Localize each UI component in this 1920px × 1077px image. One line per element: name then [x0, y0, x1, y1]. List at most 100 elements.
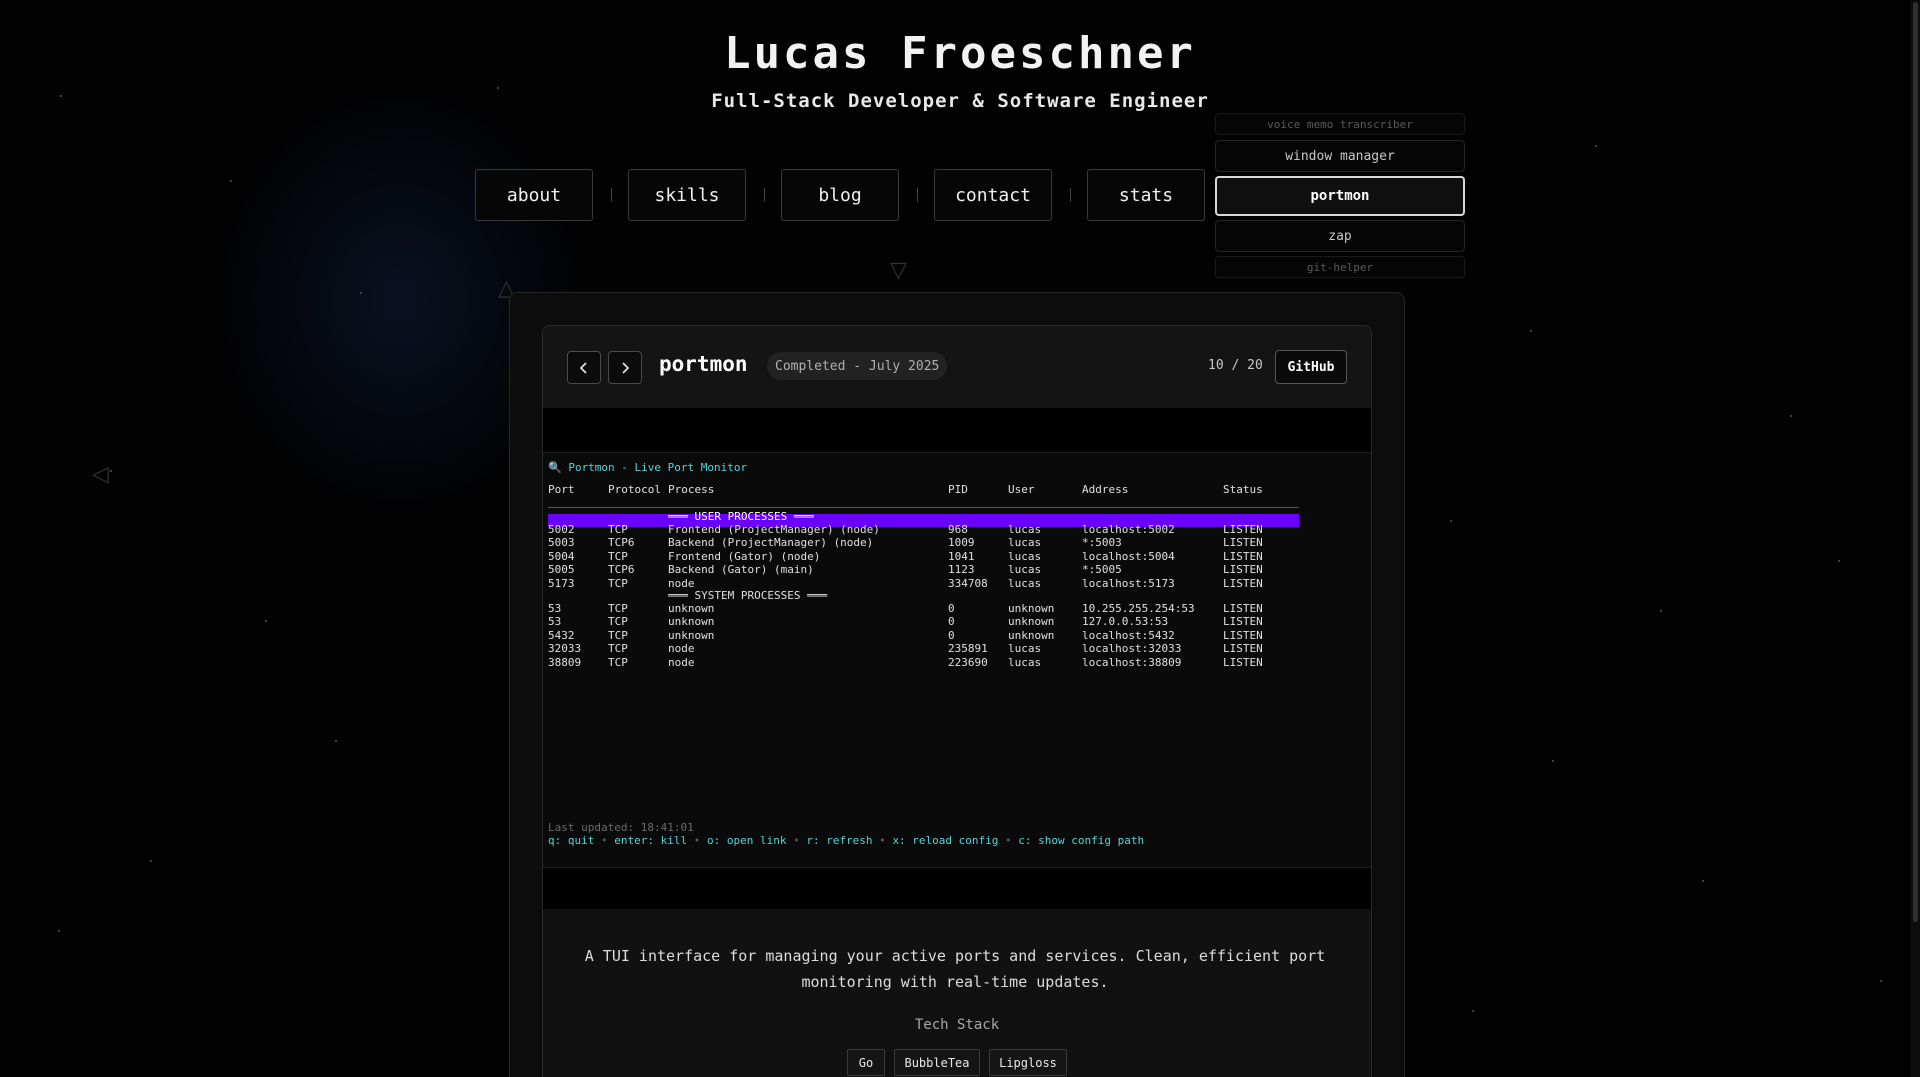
cell-user: unknown — [1008, 615, 1055, 629]
cell-status: LISTEN — [1223, 563, 1263, 577]
cell-pid: 0 — [948, 602, 955, 615]
help-separator: • — [998, 834, 1019, 847]
project-item-zap[interactable]: zap — [1215, 220, 1465, 252]
cell-process: node — [668, 642, 695, 656]
cell-protocol: TCP — [608, 642, 628, 656]
help-hint: x: reload config — [892, 834, 999, 847]
cell-user: lucas — [1008, 655, 1042, 669]
cell-pid: 223690 — [948, 655, 988, 669]
cell-pid: 334708 — [948, 576, 988, 590]
cell-process: unknown — [668, 602, 715, 615]
table-row: 53 TCP unknown 0 unknown 127.0.0.53:53 LISTEN — [548, 615, 1308, 628]
cell-port: 5003 — [548, 536, 575, 550]
table-row: 5005 TCP6 Backend (Gator) (main) 1123 lucas *… — [548, 563, 1308, 576]
help-separator: • — [687, 834, 707, 847]
cell-status: LISTEN — [1223, 615, 1263, 629]
help-separator: • — [786, 834, 807, 847]
help-hint: r: refresh — [806, 834, 873, 847]
project-item-window-manager[interactable]: window manager — [1215, 140, 1465, 172]
cell-status: LISTEN — [1223, 602, 1263, 615]
cell-pid: 1123 — [948, 563, 975, 577]
cell-user: lucas — [1008, 576, 1042, 590]
cell-process: unknown — [668, 628, 715, 642]
cell-protocol: TCP — [608, 602, 628, 615]
cell-address: localhost:5002 — [1082, 523, 1175, 536]
project-item-git-helper[interactable]: git-helper — [1215, 256, 1465, 278]
last-updated: Last updated: 18:41:01 — [548, 821, 694, 834]
cell-status: LISTEN — [1223, 642, 1263, 656]
cell-protocol: TCP — [608, 615, 628, 629]
cell-address: localhost:32033 — [1082, 642, 1182, 656]
nav-contact-button[interactable]: contact — [934, 169, 1052, 221]
cell-address: localhost:5173 — [1082, 576, 1175, 590]
github-button[interactable]: GitHub — [1275, 350, 1347, 384]
cell-protocol: Protocol — [608, 483, 661, 496]
table-row: 5173 TCP node 334708 lucas localhost:5173 LIST… — [548, 577, 1308, 590]
chevron-left-icon — [579, 361, 587, 374]
nav-about-button[interactable]: about — [475, 169, 593, 221]
cell-protocol: TCP — [608, 655, 628, 669]
cell-status: Status — [1223, 483, 1263, 496]
cell-pid: 235891 — [948, 642, 988, 656]
cell-user: lucas — [1008, 523, 1042, 536]
cell-status: LISTEN — [1223, 576, 1263, 590]
site-subtitle: Full-Stack Developer & Software Engineer — [711, 90, 1209, 112]
help-separator: • — [872, 834, 893, 847]
cell-address: *:5005 — [1082, 563, 1122, 577]
chevron-right-icon — [622, 361, 630, 374]
cell-port: 53 — [548, 615, 562, 629]
cell-address: *:5003 — [1082, 536, 1122, 550]
help-hint: o: open link — [706, 834, 787, 847]
cell-port: 5005 — [548, 563, 575, 577]
help-hint: q: quit — [548, 834, 595, 847]
cell-status: LISTEN — [1223, 628, 1263, 642]
prev-project-button[interactable] — [567, 351, 601, 384]
cell-process: Frontend (Gator) (node) — [668, 549, 821, 563]
nav-stats-button[interactable]: stats — [1087, 169, 1205, 221]
terminal-title: 🔍 Portmon - Live Port Monitor — [548, 461, 748, 474]
cell-protocol: TCP — [608, 576, 628, 590]
cell-port: 53 — [548, 602, 562, 615]
site-title: Lucas Froeschner — [724, 28, 1196, 79]
cell-address: localhost:38809 — [1082, 655, 1182, 669]
nav-blog-button[interactable]: blog — [781, 169, 899, 221]
project-item-portmon[interactable]: portmon — [1215, 176, 1465, 216]
cell-process: node — [668, 655, 695, 669]
project-item-voice-memo-transcriber[interactable]: voice memo transcriber — [1215, 113, 1465, 135]
cell-address: localhost:5004 — [1082, 549, 1175, 563]
next-project-button[interactable] — [608, 351, 642, 384]
status-badge: Completed - July 2025 — [767, 352, 948, 380]
tech-chip-go: Go — [847, 1049, 885, 1076]
help-hint: c: show config path — [1018, 834, 1145, 847]
cell-status: LISTEN — [1223, 536, 1263, 550]
scrollbar-thumb[interactable] — [1913, 2, 1918, 922]
table-row: 5004 TCP Frontend (Gator) (node) 1041 lucas l… — [548, 550, 1308, 563]
user-processes-heading: ═══ USER PROCESSES ═══ — [548, 510, 1308, 523]
cell-port: 5004 — [548, 549, 575, 563]
cell-address: 10.255.255.254:53 — [1082, 602, 1195, 615]
project-counter: 10 / 20 — [1208, 358, 1263, 373]
cell-port: 5432 — [548, 628, 575, 642]
table-row: 38809 TCP node 223690 lucas localhost:38809 LI… — [548, 656, 1308, 669]
cell-status: LISTEN — [1223, 523, 1263, 536]
system-processes-heading: ═══ SYSTEM PROCESSES ═══ — [548, 589, 1308, 602]
terminal-screenshot: 🔍 Portmon - Live Port Monitor Port Protoc… — [543, 452, 1371, 868]
table-row: 5002 TCP Frontend (ProjectManager) (node) 9… — [548, 523, 1308, 536]
tech-chip-bubbletea: BubbleTea — [894, 1049, 980, 1076]
cell-address: 127.0.0.53:53 — [1082, 615, 1169, 629]
cell-user: lucas — [1008, 563, 1042, 577]
table-row: 53 TCP unknown 0 unknown 10.255.255.254:53 LIS… — [548, 602, 1308, 615]
decorative-arrow-icon: ▽ — [890, 258, 907, 283]
cell-port: 5173 — [548, 576, 575, 590]
cell-port: 38809 — [548, 655, 582, 669]
cell-process: Frontend (ProjectManager) (node) — [668, 523, 880, 536]
tech-stack-label: Tech Stack — [914, 1017, 1000, 1033]
cell-port: Port — [548, 483, 575, 496]
project-description: A TUI interface for managing your active… — [584, 947, 1326, 991]
cell-process: Process — [668, 483, 715, 496]
tech-chip-lipgloss: Lipgloss — [989, 1049, 1067, 1076]
cell-port: 32033 — [548, 642, 582, 656]
cell-pid: 1041 — [948, 549, 975, 563]
table-row: 5003 TCP6 Backend (ProjectManager) (node) 1… — [548, 536, 1308, 549]
nav-skills-button[interactable]: skills — [628, 169, 746, 221]
